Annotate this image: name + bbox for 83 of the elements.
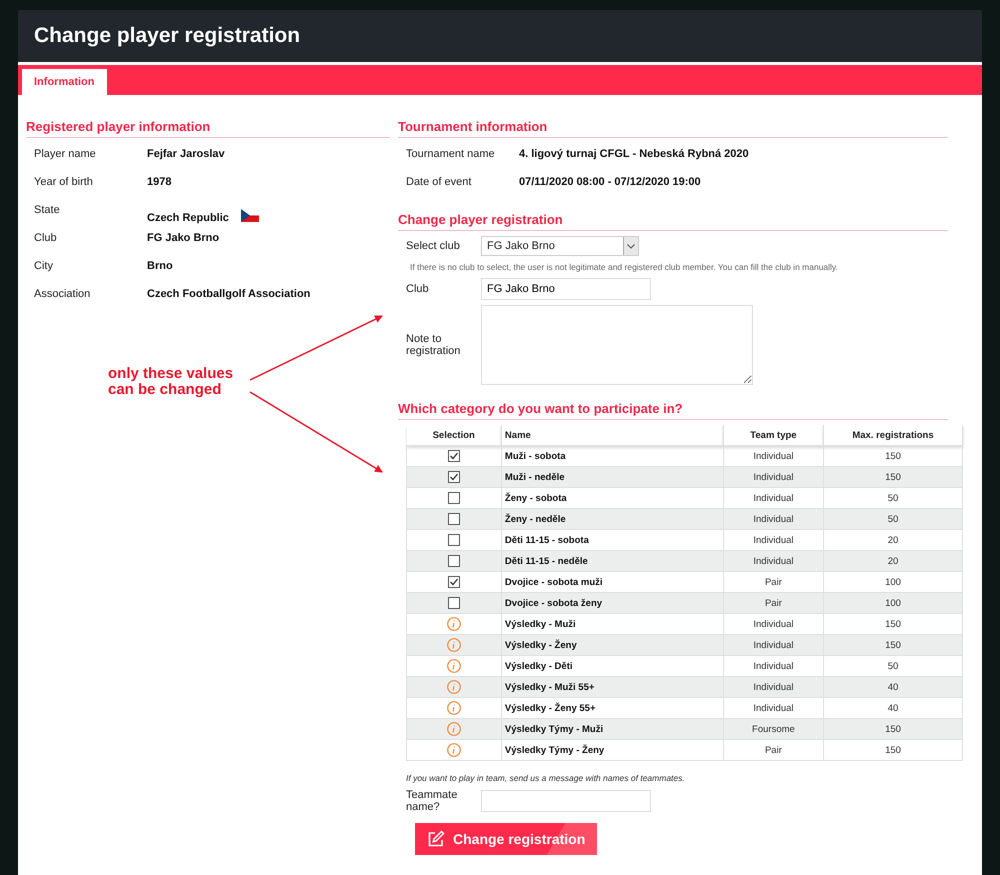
category-name: Muži - neděle [501, 466, 724, 488]
field-value: Czech Republic [147, 211, 229, 224]
max-registrations: 150 [823, 634, 962, 656]
team-type: Individual [723, 634, 824, 656]
max-registrations: 100 [823, 592, 962, 614]
category-name: Výsledky Týmy - Muži [501, 718, 724, 740]
field-label: Association [34, 287, 92, 302]
text-area[interactable] [481, 305, 753, 385]
checkbox[interactable] [448, 471, 460, 483]
checkbox[interactable] [448, 576, 460, 588]
max-registrations: 40 [823, 676, 962, 698]
column-header: Selection [406, 425, 502, 446]
team-type: Individual [723, 550, 824, 572]
checkbox[interactable] [448, 513, 460, 525]
category-name: Výsledky - Muži 55+ [501, 676, 724, 698]
max-registrations: 50 [823, 508, 962, 530]
category-name: Ženy - neděle [501, 508, 724, 530]
info-icon[interactable] [446, 743, 461, 757]
field-label: Tournament name [406, 147, 496, 162]
window-title: Change player registration [34, 24, 300, 48]
info-icon[interactable] [446, 680, 461, 694]
field-value: Czech Footballgolf Association [147, 287, 312, 302]
note-text: If you want to play in team, send us a message with names of teammates. [405, 772, 686, 785]
field-label: State [34, 203, 61, 218]
annotation-text: only these values can be changed [108, 366, 234, 398]
change-registration-button[interactable]: Change registration [415, 823, 597, 855]
column-header: Name [501, 425, 724, 446]
field-label: Select club [406, 240, 461, 252]
category-name: Dvojice - sobota ženy [501, 592, 724, 614]
edit-icon [427, 830, 445, 848]
team-type: Individual [723, 676, 824, 698]
column-header: Max. registrations [823, 425, 962, 446]
team-type: Individual [723, 466, 824, 488]
field-label: Teammate name? [406, 789, 458, 813]
field-label: Club [34, 231, 58, 246]
max-registrations: 150 [823, 740, 962, 760]
field-label: City [34, 259, 54, 274]
category-name: Muži - sobota [501, 446, 724, 466]
info-icon[interactable] [446, 722, 461, 736]
checkbox[interactable] [448, 555, 460, 567]
field-value: 1978 [147, 175, 172, 190]
field-label: Year of birth [34, 175, 94, 190]
category-name: Děti 11-15 - neděle [501, 550, 724, 572]
field-value: 4. ligový turnaj CFGL - Nebeská Rybná 2020 [519, 147, 750, 162]
max-registrations: 150 [823, 466, 962, 488]
checkbox[interactable] [448, 597, 460, 609]
max-registrations: 150 [823, 446, 962, 466]
field-value: 07/11/2020 08:00 - 07/12/2020 19:00 [519, 175, 702, 190]
field-value: Brno [147, 259, 174, 274]
column-header: Team type [723, 425, 824, 446]
max-registrations: 150 [823, 718, 962, 740]
category-name: Výsledky Týmy - Ženy [501, 740, 724, 760]
section-heading: Tournament information [398, 119, 948, 138]
info-icon[interactable] [446, 659, 461, 673]
tab[interactable]: Information [22, 69, 106, 95]
input-field[interactable]: FG Jako Brno [481, 278, 651, 300]
checkbox[interactable] [448, 450, 460, 462]
team-type: Individual [723, 508, 824, 530]
checkbox[interactable] [448, 492, 460, 504]
input-field[interactable] [481, 790, 651, 812]
section-heading: Registered player information [26, 119, 390, 138]
field-label: Club [406, 283, 430, 295]
flag-icon [240, 209, 259, 222]
club-select[interactable]: FG Jako Brno [481, 236, 639, 256]
field-label: Player name [34, 147, 97, 162]
section-heading: Which category do you want to participate in? [398, 401, 948, 420]
field-value: FG Jako Brno [147, 231, 220, 246]
field-value: Fejfar Jaroslav [147, 147, 226, 162]
team-type: Pair [723, 740, 824, 760]
info-icon[interactable] [446, 701, 461, 715]
chevron-down-icon [627, 244, 635, 248]
field-label: Date of event [406, 175, 472, 190]
category-name: Výsledky - Ženy [501, 634, 724, 656]
info-icon[interactable] [446, 617, 461, 631]
team-type: Individual [723, 446, 824, 466]
team-type: Foursome [723, 718, 824, 740]
hint-text: If there is no club to select, the user is not legitimate and registered club member. You can fill the club in manually. [409, 261, 839, 274]
info-icon[interactable] [446, 638, 461, 652]
section-heading: Change player registration [398, 212, 948, 231]
max-registrations: 20 [823, 550, 962, 572]
team-type: Pair [723, 592, 824, 614]
checkbox[interactable] [448, 534, 460, 546]
field-label: Note to registration [406, 333, 462, 357]
